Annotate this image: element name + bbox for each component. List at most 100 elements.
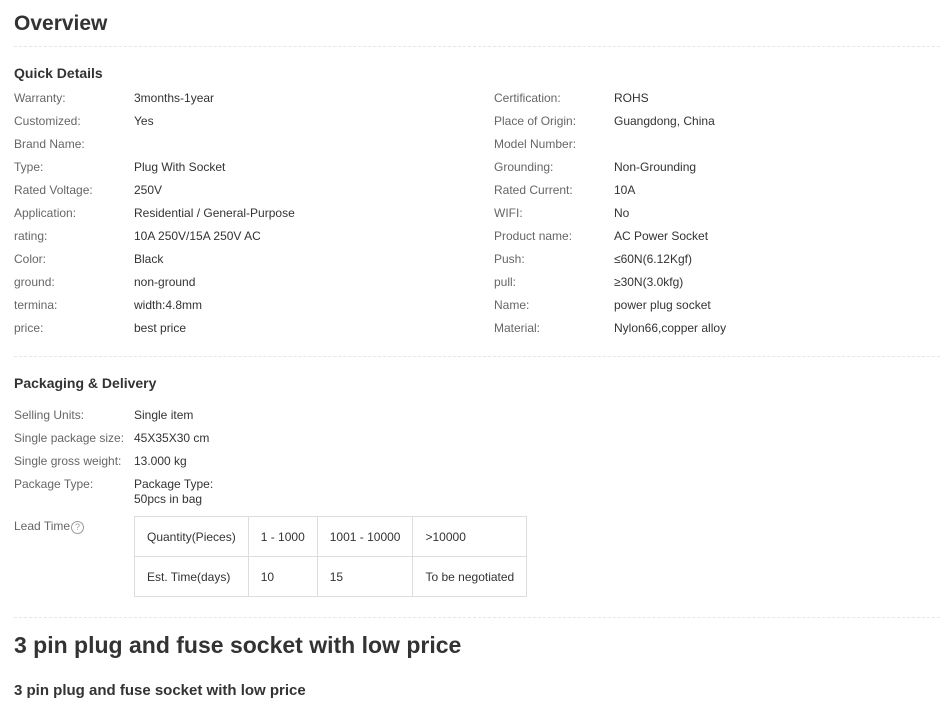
detail-value: Package Type:: [134, 477, 214, 491]
detail-value: Yes: [134, 114, 154, 128]
detail-value: No: [614, 206, 630, 220]
product-subtitle: 3 pin plug and fuse socket with low pric…: [14, 682, 306, 699]
detail-row: Name: power plug socket: [494, 297, 952, 320]
detail-value: 10A: [614, 183, 636, 197]
detail-row: termina: width:4.8mm: [14, 297, 484, 320]
detail-row: Rated Voltage: 250V: [14, 182, 484, 205]
packaging-delivery-title: Packaging & Delivery: [14, 375, 157, 391]
detail-label: rating:: [14, 229, 48, 243]
detail-value-line-2: 50pcs in bag: [134, 492, 203, 506]
table-row: Est. Time(days) 10 15 To be negotiated: [134, 556, 528, 597]
detail-row: Package Type: Package Type: 50pcs in bag: [14, 477, 614, 507]
detail-label: pull:: [494, 275, 517, 289]
divider: [14, 46, 940, 47]
detail-value: 10A 250V/15A 250V AC: [134, 229, 261, 243]
quick-details-left-column: Warranty: 3months-1year Customized: Yes Br…: [14, 90, 484, 343]
packaging-details: Selling Units: Single item Single package…: [14, 408, 614, 507]
detail-label: Rated Voltage:: [14, 183, 93, 197]
detail-row: Grounding: Non-Grounding: [494, 159, 952, 182]
detail-value: Residential / General-Purpose: [134, 206, 295, 220]
detail-row: pull: ≥30N(3.0kfg): [494, 274, 952, 297]
detail-label: WIFI:: [494, 206, 523, 220]
detail-row: Warranty: 3months-1year: [14, 90, 484, 113]
quick-details-title: Quick Details: [14, 65, 103, 81]
detail-label: Push:: [494, 252, 525, 266]
detail-value: ROHS: [614, 91, 649, 105]
detail-row: Product name: AC Power Socket: [494, 228, 952, 251]
detail-label: Product name:: [494, 229, 573, 243]
table-cell: 1 - 1000: [247, 516, 318, 557]
detail-row: Single package size: 45X35X30 cm: [14, 431, 614, 454]
detail-label: ground:: [14, 275, 55, 289]
product-title: 3 pin plug and fuse socket with low pric…: [14, 632, 462, 658]
detail-row: Model Number:: [494, 136, 952, 159]
detail-row: Certification: ROHS: [494, 90, 952, 113]
detail-value: width:4.8mm: [134, 298, 203, 312]
detail-label: Brand Name:: [14, 137, 85, 151]
detail-value: Black: [134, 252, 164, 266]
detail-value: power plug socket: [614, 298, 711, 312]
detail-row: Application: Residential / General-Purpos…: [14, 205, 484, 228]
detail-label: Customized:: [14, 114, 81, 128]
detail-row: Customized: Yes: [14, 113, 484, 136]
detail-label: Type:: [14, 160, 44, 174]
detail-row: Single gross weight: 13.000 kg: [14, 454, 614, 477]
detail-label: Grounding:: [494, 160, 554, 174]
table-cell: >10000: [412, 516, 528, 557]
overview-title: Overview: [14, 12, 108, 35]
detail-label: price:: [14, 321, 44, 335]
detail-value: Guangdong, China: [614, 114, 715, 128]
detail-value: 13.000 kg: [134, 454, 187, 468]
detail-label: Single package size:: [14, 431, 125, 445]
detail-row: Brand Name:: [14, 136, 484, 159]
detail-value: 250V: [134, 183, 163, 197]
table-cell: To be negotiated: [412, 556, 528, 597]
detail-value: non-ground: [134, 275, 196, 289]
detail-label: Rated Current:: [494, 183, 573, 197]
detail-row: Color: Black: [14, 251, 484, 274]
table-cell: Est. Time(days): [134, 556, 249, 597]
divider: [14, 356, 940, 357]
detail-label: Material:: [494, 321, 541, 335]
detail-value: best price: [134, 321, 187, 335]
help-icon[interactable]: ?: [71, 521, 85, 534]
quick-details-right-column: Certification: ROHS Place of Origin: Guang…: [494, 90, 952, 343]
lead-time-text: Lead Time: [14, 518, 71, 533]
detail-value: 45X35X30 cm: [134, 431, 210, 445]
detail-value: Nylon66,copper alloy: [614, 321, 727, 335]
table-cell: Quantity(Pieces): [134, 516, 249, 557]
detail-value: ≤60N(6.12Kgf): [614, 252, 692, 266]
detail-row: Push: ≤60N(6.12Kgf): [494, 251, 952, 274]
table-cell: 1001 - 10000: [316, 516, 414, 557]
detail-row: Place of Origin: Guangdong, China: [494, 113, 952, 136]
divider: [14, 617, 940, 618]
detail-row: Rated Current: 10A: [494, 182, 952, 205]
detail-label: Place of Origin:: [494, 114, 577, 128]
detail-label: Application:: [14, 206, 77, 220]
table-row: Quantity(Pieces) 1 - 1000 1001 - 10000 >…: [134, 516, 528, 557]
detail-value: ≥30N(3.0kfg): [614, 275, 684, 289]
detail-value: Plug With Socket: [134, 160, 226, 174]
detail-label: Name:: [494, 298, 530, 312]
detail-label: Certification:: [494, 91, 561, 105]
detail-value: Single item: [134, 408, 194, 422]
detail-value: 3months-1year: [134, 91, 215, 105]
detail-row: price: best price: [14, 320, 484, 343]
detail-label: termina:: [14, 298, 58, 312]
detail-value: Non-Grounding: [614, 160, 697, 174]
detail-label: Single gross weight:: [14, 454, 122, 468]
detail-label: Model Number:: [494, 137, 577, 151]
lead-time-table: Quantity(Pieces) 1 - 1000 1001 - 10000 >…: [134, 516, 528, 597]
detail-value: AC Power Socket: [614, 229, 709, 243]
detail-label: Package Type:: [14, 477, 94, 491]
detail-row: rating: 10A 250V/15A 250V AC: [14, 228, 484, 251]
detail-row: ground: non-ground: [14, 274, 484, 297]
table-cell: 10: [247, 556, 318, 597]
lead-time-label: Lead Time?: [14, 517, 85, 534]
detail-row: WIFI: No: [494, 205, 952, 228]
detail-label: Warranty:: [14, 91, 66, 105]
detail-label: Selling Units:: [14, 408, 85, 422]
detail-row: Type: Plug With Socket: [14, 159, 484, 182]
table-cell: 15: [316, 556, 414, 597]
detail-row: Material: Nylon66,copper alloy: [494, 320, 952, 343]
